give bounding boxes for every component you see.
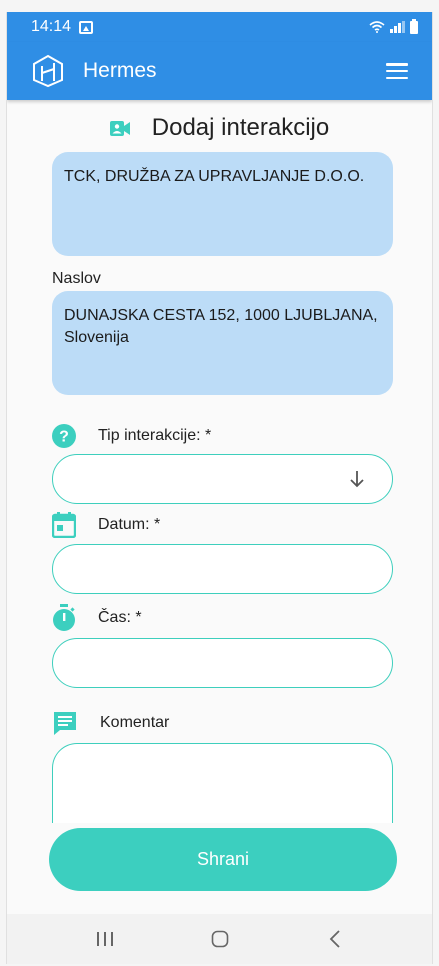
time-input[interactable] [52, 638, 393, 688]
date-label: Datum: * [98, 516, 161, 533]
time-label: Čas: * [98, 609, 142, 626]
app-bar: Hermes [7, 42, 432, 100]
app-title: Hermes [83, 59, 157, 82]
home-icon [211, 930, 228, 948]
back-button[interactable] [315, 924, 355, 954]
video-camera-icon [109, 120, 130, 136]
menu-button[interactable] [386, 63, 408, 79]
comment-label: Komentar [100, 714, 170, 731]
menu-icon-bar [386, 76, 408, 79]
status-time: 14:14 [31, 18, 72, 35]
system-nav-bar [7, 914, 432, 964]
wifi-icon [369, 21, 385, 33]
interaction-type-label-row: ? Tip interakcije: * [52, 424, 211, 448]
company-name-box: TCK, DRUŽBA ZA UPRAVLJANJE D.O.O. [52, 152, 393, 256]
page-heading: Dodaj interakcijo [7, 112, 432, 144]
home-button[interactable] [200, 924, 240, 954]
comment-icon [54, 712, 76, 735]
address-value: DUNAJSKA CESTA 152, 1000 LJUBLJANA, Slov… [64, 307, 378, 346]
battery-icon [410, 18, 418, 34]
comment-textarea[interactable] [52, 743, 393, 823]
arrow-down-icon [350, 471, 364, 488]
recent-apps-button[interactable] [85, 924, 125, 954]
gallery-notification-icon [79, 20, 94, 34]
app-screen: 14:14 Hermes Dodaj interakcijo TCK, DRUŽ… [6, 12, 433, 964]
stopwatch-icon [53, 604, 75, 631]
question-icon: ? [52, 424, 76, 448]
hermes-logo-icon [33, 54, 63, 88]
page-title: Dodaj interakcijo [151, 114, 330, 141]
company-name: TCK, DRUŽBA ZA UPRAVLJANJE D.O.O. [64, 168, 365, 185]
interaction-type-label: Tip interakcije: * [98, 427, 212, 444]
date-label-row: Datum: * [52, 512, 160, 538]
status-bar: 14:14 [7, 12, 432, 42]
save-button[interactable]: Shrani [49, 828, 397, 891]
menu-icon-bar [386, 69, 408, 73]
address-box: DUNAJSKA CESTA 152, 1000 LJUBLJANA, Slov… [52, 291, 393, 395]
recent-apps-icon [96, 932, 113, 946]
address-label: Naslov [52, 270, 101, 287]
interaction-type-select[interactable] [52, 454, 393, 504]
back-icon [329, 930, 340, 948]
status-indicators [369, 18, 418, 34]
calendar-icon [52, 512, 76, 538]
signal-icon [390, 21, 405, 33]
comment-label-row: Komentar [52, 710, 169, 736]
menu-icon-bar [386, 63, 408, 66]
time-label-row: Čas: * [52, 604, 142, 632]
svg-text:?: ? [59, 429, 69, 446]
date-input[interactable] [52, 544, 393, 594]
